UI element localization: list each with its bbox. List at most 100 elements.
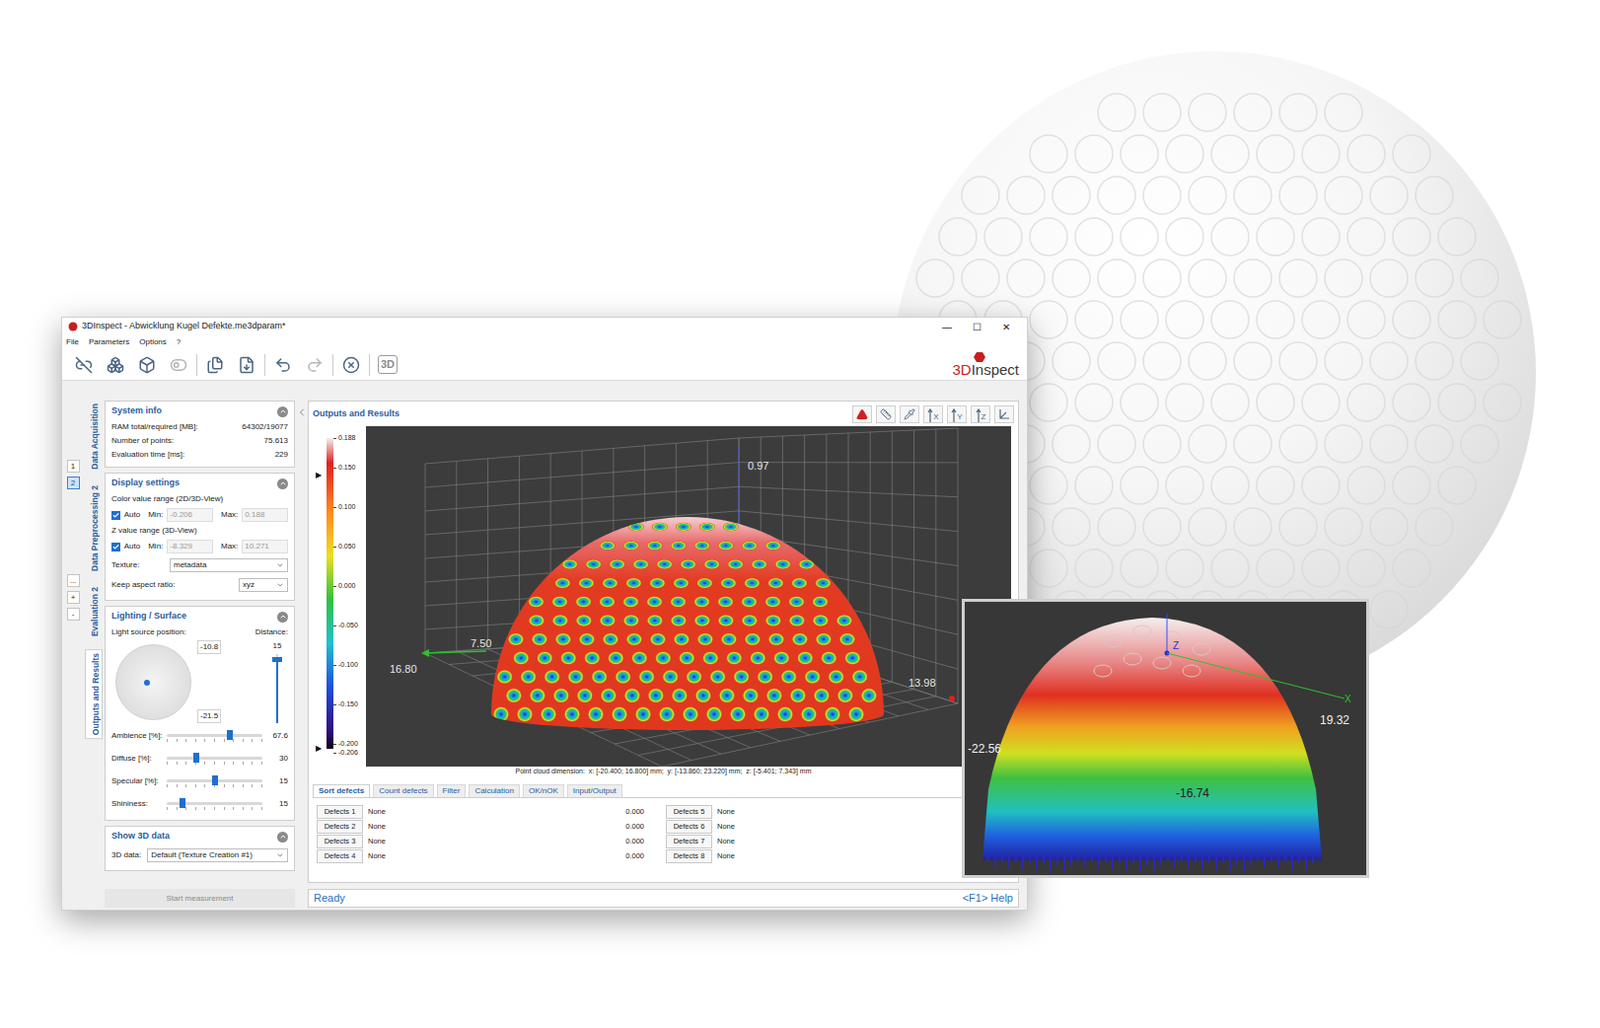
toolbar-icon [74,356,93,374]
colorbar-tick: 0.000 [338,581,357,590]
svg-text:0.97: 0.97 [747,459,769,472]
view-tool-button[interactable] [899,405,920,424]
result-tab[interactable]: Count defects [372,784,434,798]
toolbar-button[interactable] [68,352,100,378]
view-tool-button[interactable] [852,405,873,424]
distance-slider[interactable] [272,654,283,724]
colorbar-tick: 0.050 [338,542,357,551]
view-tool-button[interactable] [875,405,896,424]
min-field[interactable]: -8.329 [166,539,214,554]
toolbar-button[interactable] [131,352,163,378]
max-field[interactable]: 0.188 [241,508,289,522]
light-position-pad[interactable] [115,644,192,721]
app-logo-icon [68,321,78,332]
colorbar-tick: -0.206 [338,748,359,757]
brand-logo: 3DInspect [951,352,1021,378]
light-dot[interactable] [144,679,150,686]
side-tab[interactable]: Evaluation 2 [84,583,103,640]
page-button[interactable]: 1 [67,459,80,473]
side-tab[interactable]: Data Acquisition [84,400,103,473]
menu-item[interactable]: ? [176,336,181,349]
defect-button[interactable]: Defects 7 [665,834,713,848]
result-tab[interactable]: OK/nOK [522,784,565,798]
defect-button[interactable]: Defects 6 [665,819,713,833]
collapse-icon[interactable] [277,611,289,623]
defect-button[interactable]: Defects 8 [665,849,713,863]
result-tab[interactable]: Filter [436,784,467,798]
auto-checkbox[interactable] [111,542,121,552]
defect-button[interactable]: Defects 1 [316,804,364,818]
result-tab[interactable]: Sort defects [312,784,370,798]
collapse-left-icon[interactable] [295,406,308,419]
defect-button[interactable]: Defects 2 [316,819,364,833]
colorbar-tick: -0.100 [338,660,359,669]
light-slider[interactable] [166,728,263,743]
axis-view-button[interactable]: Y [946,405,967,424]
help-link[interactable]: <F1> Help [962,889,1014,907]
axis-view-button[interactable]: X [923,405,944,424]
page-action-button[interactable]: ... [67,574,80,587]
side-tab[interactable]: Data Preprocessing 2 [84,482,103,575]
defect-row: Defects 1None0.000 [316,804,666,819]
range-row: AutoMin:-8.329Max:10.271 [111,538,289,555]
toolbar-button[interactable] [230,352,263,378]
page-action-button[interactable]: + [67,590,80,604]
collapse-icon[interactable] [277,478,289,490]
toolbar-separator [264,354,266,376]
defect-button[interactable]: Defects 4 [316,849,364,863]
slider-value: 67.6 [266,729,289,742]
axis-view-button[interactable]: Z [970,405,991,424]
defect-button[interactable]: Defects 5 [665,804,713,818]
menu-item[interactable]: Options [139,336,167,349]
auto-checkbox[interactable] [111,510,121,520]
window-control[interactable]: — [932,319,962,335]
light-y-value: -21.5 [197,709,221,724]
start-measurement-button[interactable]: Start measurement [104,888,295,908]
toolbar-separator [332,354,334,376]
light-slider[interactable] [166,751,263,766]
collapse-icon[interactable] [277,831,289,843]
range-row: AutoMin:-0.206Max:0.188 [111,507,289,523]
window-control[interactable]: ☐ [961,319,992,335]
toolbar-button[interactable] [99,352,132,378]
light-slider[interactable] [166,797,263,811]
3d-data-dropdown[interactable]: Default (Texture Creation #1) [146,848,289,863]
page-action-button[interactable]: - [67,607,80,621]
lighting-panel: Lighting / SurfaceLight source position:… [104,605,295,821]
menu-item[interactable]: Parameters [88,336,130,349]
menu-item[interactable]: File [66,336,79,349]
texture-dropdown[interactable]: metadata [169,558,289,573]
page-button[interactable]: 2 [67,476,80,490]
toolbar-button[interactable] [335,352,367,378]
slider-value: 30 [266,752,289,765]
colorbar-gradient [326,437,334,749]
side-tab[interactable]: Outputs and Results [84,649,103,739]
axes-reset-button[interactable] [994,405,1015,424]
result-tab[interactable]: Calculation [468,784,520,798]
min-field[interactable]: -0.206 [166,508,214,522]
toolbar-button[interactable] [162,352,195,378]
title-bar: 3DInspect - Abwicklung Kugel Defekte.me3… [62,317,1027,336]
result-tab[interactable]: Input/Output [567,784,623,798]
toolbar-button[interactable] [267,352,299,378]
collapse-icon[interactable] [277,406,289,418]
distance-value: 15 [273,640,283,653]
defect-row: Defects 4None0.000 [316,849,666,864]
toolbar-button[interactable]: 3D [371,352,404,378]
colorbar-tick: -0.050 [338,621,359,630]
svg-text:Z: Z [1172,640,1179,652]
toolbar-icon [274,356,292,374]
system-info-panel: System infoRAM total/required [MB]:64302… [104,400,295,468]
toolbar-button[interactable] [298,352,331,378]
info-row: Evaluation time [ms]:229 [111,448,289,461]
defect-button[interactable]: Defects 3 [316,834,364,848]
toolbar-icon [305,356,324,374]
toolbar-button[interactable] [199,352,231,378]
toolbar: 3D 3DInspect [62,349,1027,381]
max-field[interactable]: 10.271 [241,539,289,554]
toolbar-icon [106,356,125,374]
aspect-dropdown[interactable]: xyz [238,578,289,592]
plot-3d[interactable]: 0.977.5016.8013.98 [365,426,1012,767]
window-control[interactable]: ✕ [991,319,1021,335]
light-slider[interactable] [166,774,263,789]
